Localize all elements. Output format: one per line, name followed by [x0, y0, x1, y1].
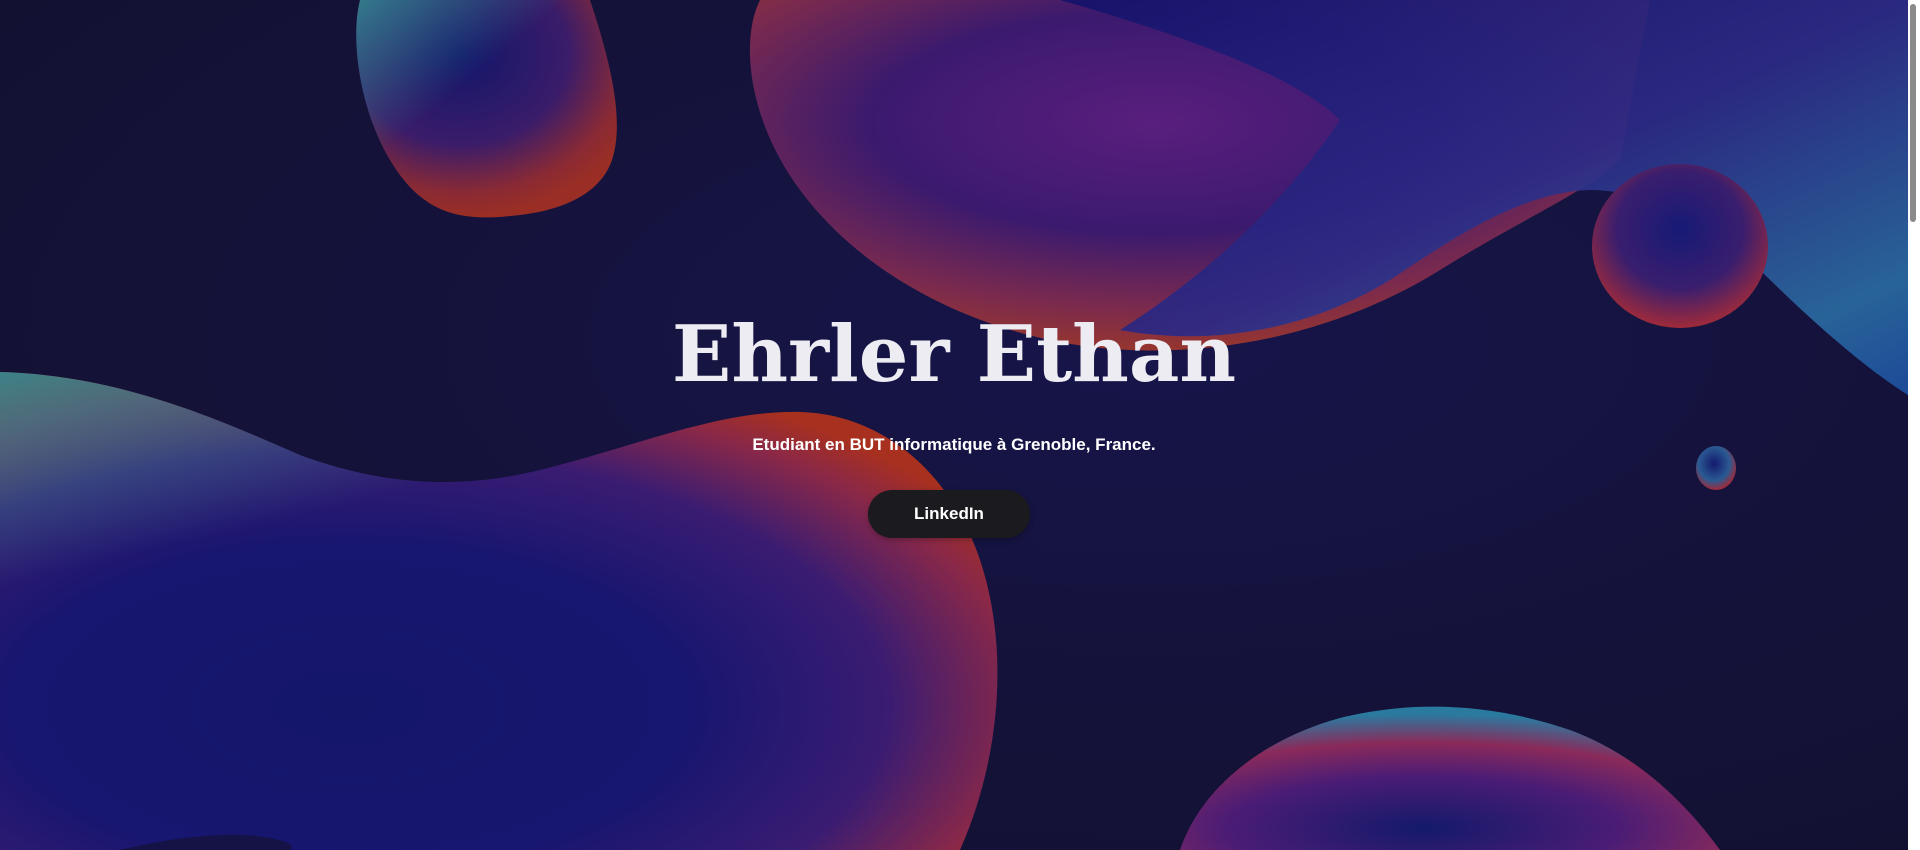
hero-title: Ehrler Ethan	[671, 309, 1237, 400]
hero-subtitle: Etudiant en BUT informatique à Grenoble,…	[752, 435, 1156, 454]
page: Ehrler Ethan Etudiant en BUT informatiqu…	[0, 0, 1920, 850]
scrollbar-thumb[interactable]	[1910, 4, 1916, 222]
hero-section: Ehrler Ethan Etudiant en BUT informatiqu…	[0, 0, 1908, 850]
linkedin-button[interactable]: LinkedIn	[868, 490, 1030, 538]
